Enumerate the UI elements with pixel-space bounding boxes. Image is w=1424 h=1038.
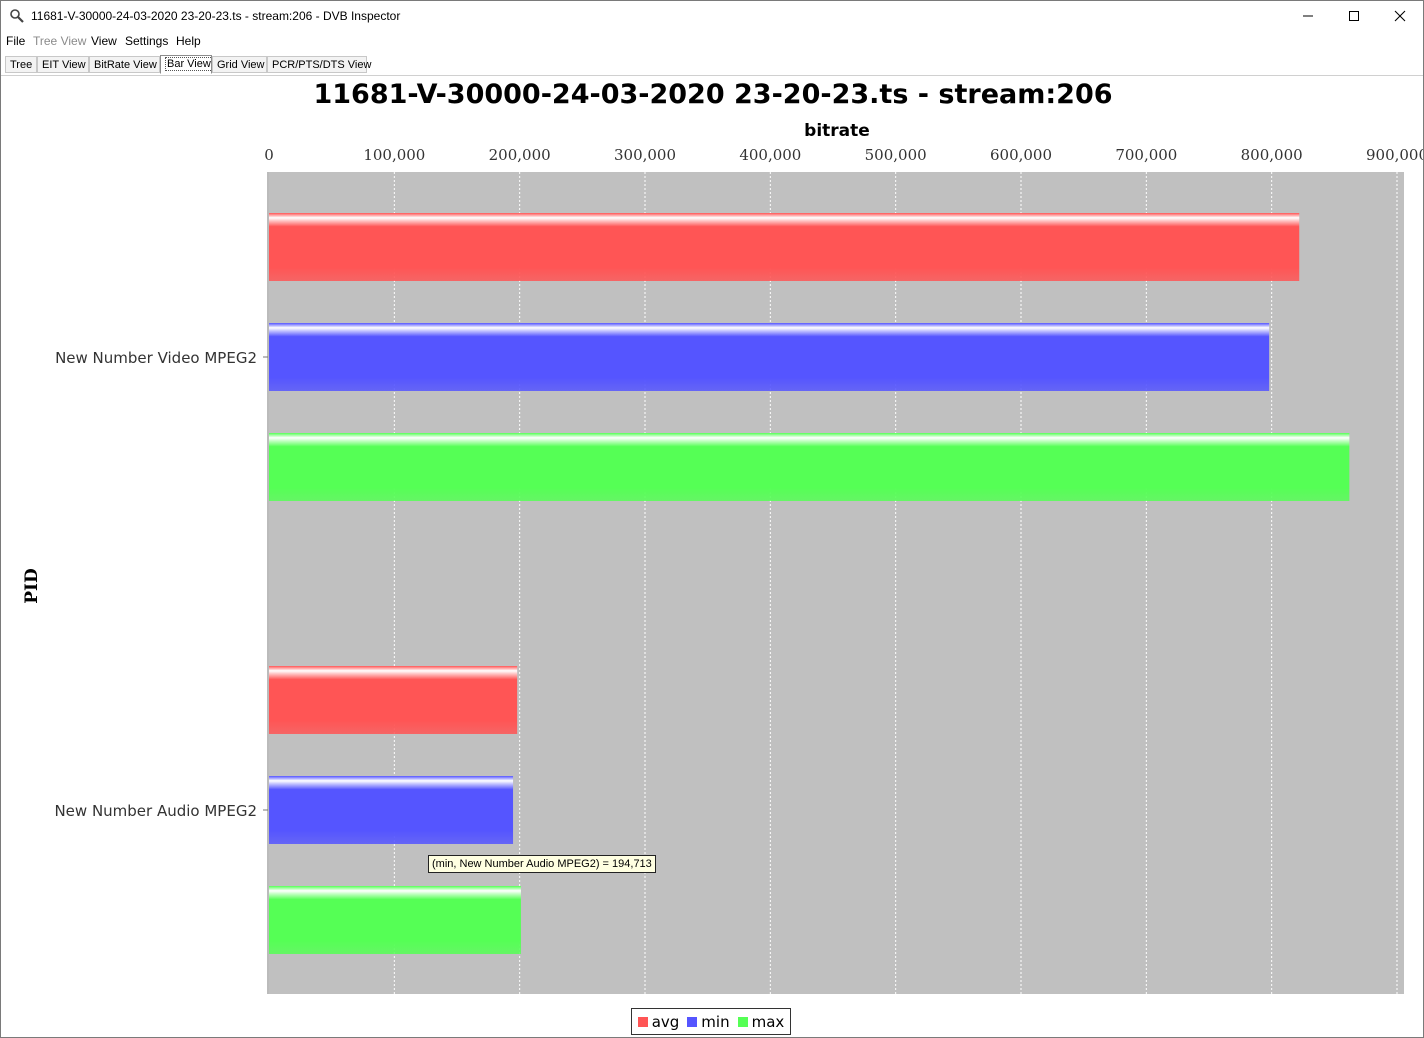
x-tick-label: 800,000 <box>1241 146 1303 164</box>
bar-max[interactable] <box>269 433 1350 501</box>
chart-title: 11681-V-30000-24-03-2020 23-20-23.ts - s… <box>313 79 1112 110</box>
y-category-label: New Number Audio MPEG2 <box>54 802 257 820</box>
legend-item-min: min <box>687 1012 730 1031</box>
view-tabs: Tree EIT View BitRate View Bar View Grid… <box>1 53 1423 76</box>
tab-eit-view[interactable]: EIT View <box>37 56 89 73</box>
magnifier-icon <box>9 8 25 24</box>
chart-legend: avg min max <box>631 1008 791 1035</box>
x-tick-label: 400,000 <box>739 146 801 164</box>
tab-tree[interactable]: Tree <box>5 56 37 73</box>
tab-label: EIT View <box>42 59 86 71</box>
tab-bitrate-view[interactable]: BitRate View <box>89 56 160 73</box>
bar-chart-panel: 11681-V-30000-24-03-2020 23-20-23.ts - s… <box>3 76 1423 1037</box>
menu-view[interactable]: View <box>91 34 117 48</box>
legend-label: avg <box>651 1012 680 1031</box>
tab-label: PCR/PTS/DTS View <box>272 59 372 71</box>
x-tick-label: 900,000 <box>1366 146 1423 164</box>
x-tick-label: 300,000 <box>614 146 676 164</box>
close-icon <box>1394 10 1406 22</box>
tab-grid-view[interactable]: Grid View <box>212 56 267 73</box>
tab-label: BitRate View <box>94 59 157 71</box>
x-tick-label: 500,000 <box>865 146 927 164</box>
y-category-label: New Number Video MPEG2 <box>55 349 257 367</box>
menu-tree-view[interactable]: Tree View <box>33 34 86 48</box>
tab-label: Grid View <box>217 59 265 71</box>
maximize-icon <box>1349 11 1359 21</box>
bar-avg[interactable] <box>269 666 518 734</box>
bar-min[interactable] <box>269 776 514 844</box>
tab-pcr-pts-dts-view[interactable]: PCR/PTS/DTS View <box>267 56 371 73</box>
x-tick-label: 0 <box>264 146 274 164</box>
legend-label: min <box>701 1012 730 1031</box>
menu-settings[interactable]: Settings <box>125 34 168 48</box>
bar-max[interactable] <box>269 886 521 954</box>
window-title: 11681-V-30000-24-03-2020 23-20-23.ts - s… <box>31 9 401 23</box>
bar-chart: 11681-V-30000-24-03-2020 23-20-23.ts - s… <box>22 79 1423 994</box>
x-axis-label: bitrate <box>804 121 870 141</box>
legend-swatch <box>687 1016 698 1027</box>
bar-avg[interactable] <box>269 213 1300 281</box>
menu-bar: File Tree View View Settings Help <box>1 32 1423 51</box>
minimize-icon <box>1303 15 1313 17</box>
maximize-button[interactable] <box>1331 1 1377 31</box>
tab-label: Tree <box>10 59 33 71</box>
plot-area: 0 100,000 200,000 300,000 400,000 500,000 600,… <box>54 146 1423 994</box>
tab-label: Bar View <box>165 57 213 71</box>
x-tick-label: 600,000 <box>990 146 1052 164</box>
minimize-button[interactable] <box>1285 1 1331 31</box>
app-window: 11681-V-30000-24-03-2020 23-20-23.ts - s… <box>0 0 1424 1038</box>
menu-help[interactable]: Help <box>176 34 201 48</box>
y-axis-label: PID <box>22 568 42 604</box>
bar-tooltip: (min, New Number Audio MPEG2) = 194,713 <box>428 855 656 873</box>
x-tick-label: 200,000 <box>489 146 551 164</box>
legend-item-max: max <box>737 1012 785 1031</box>
legend-swatch <box>737 1016 748 1027</box>
bar-min[interactable] <box>269 323 1270 391</box>
tab-bar-view[interactable]: Bar View <box>160 55 213 74</box>
menu-file[interactable]: File <box>6 34 25 48</box>
title-bar: 11681-V-30000-24-03-2020 23-20-23.ts - s… <box>1 1 1423 31</box>
x-tick-label: 100,000 <box>363 146 425 164</box>
legend-item-avg: avg <box>637 1012 680 1031</box>
legend-swatch <box>637 1016 648 1027</box>
x-tick-label: 700,000 <box>1115 146 1177 164</box>
legend-label: max <box>751 1012 785 1031</box>
close-button[interactable] <box>1377 1 1423 31</box>
